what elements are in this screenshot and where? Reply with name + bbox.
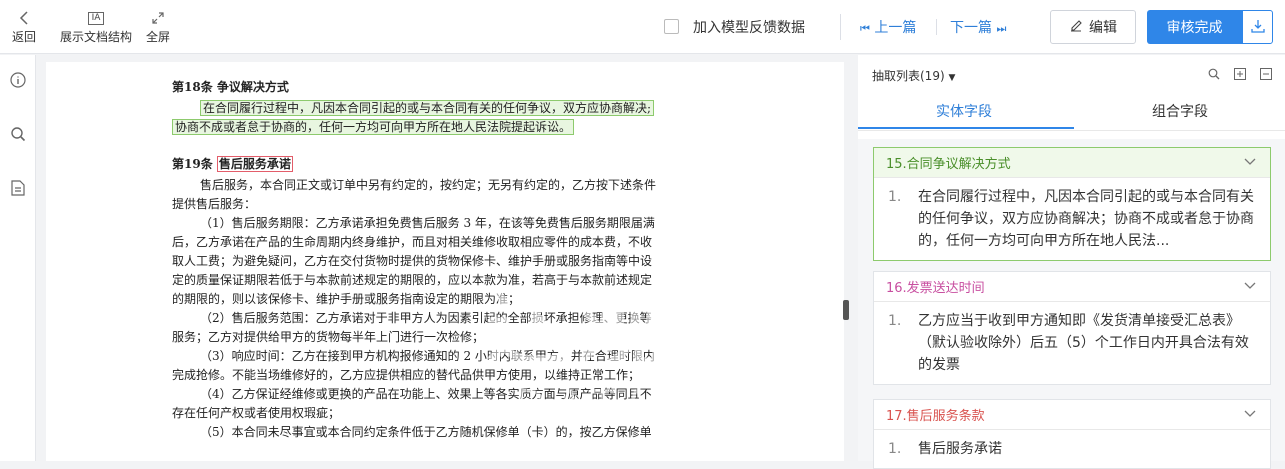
scrollbar-thumb[interactable] [843, 300, 849, 320]
extracted-highlight[interactable]: 协商不成或者怠于协商的，任何一方均可向甲方所在地人民法院提起诉讼。 [172, 119, 575, 135]
document-line: 取人工费；为避免疑问，乙方在交付货物时提供的货物保修卡、维护手册或服务指南等中设 [172, 254, 653, 268]
document-line: （1）售后服务期限：乙方承诺承担免费售后服务 3 年，在该等免费售后服务期限届满 [200, 216, 655, 230]
structure-label: 展示文档结构 [60, 30, 133, 44]
show-structure-button[interactable]: IA 展示文档结构 [60, 8, 132, 45]
edit-button[interactable]: 编辑 [1050, 10, 1136, 44]
back-button[interactable]: 返回 [12, 8, 36, 45]
extraction-list-dropdown[interactable]: 抽取列表(19) ▼ [872, 67, 955, 84]
document-line: （4）乙方保证经维修或更换的产品在功能上、效果上等各实质方面与原产品等同且不 [200, 387, 652, 401]
field-card[interactable]: 15.合同争议解决方式 1. 在合同履行过程中，凡因本合同引起的或与本合同有关的… [873, 147, 1271, 261]
skip-forward-icon: ⏭ [996, 22, 1007, 35]
field-card[interactable]: 16.发票送达时间 1. 乙方应当于收到甲方通知即《发货清单接受汇总表》（默认验… [873, 271, 1271, 385]
document-line: 存在任何产权或者使用权瑕疵； [172, 406, 341, 420]
fullscreen-button[interactable]: 全屏 [146, 8, 170, 45]
field-card[interactable]: 17.售后服务条款 1. 售后服务承诺 [873, 399, 1271, 469]
chevron-down-icon[interactable] [1244, 407, 1256, 422]
field-list: 15.合同争议解决方式 1. 在合同履行过程中，凡因本合同引起的或与本合同有关的… [858, 139, 1285, 469]
divider [936, 19, 937, 35]
chevron-down-icon[interactable] [1244, 279, 1256, 294]
document-line: 售后服务，本合同正文或订单中另有约定的，按约定；无另有约定的，乙方按下述条件 [200, 178, 657, 192]
expand-icon [151, 8, 165, 28]
info-icon[interactable] [9, 71, 27, 89]
active-tab-indicator [858, 127, 1074, 129]
chevron-down-icon[interactable] [1244, 155, 1256, 170]
expand-all-icon[interactable] [1233, 67, 1247, 81]
tab-combined-fields[interactable]: 组合字段 [1152, 101, 1208, 121]
prev-doc-link[interactable]: ⏮ 上一篇 [860, 17, 916, 37]
fullscreen-label: 全屏 [146, 30, 171, 44]
search-icon[interactable] [1207, 67, 1221, 81]
top-toolbar: 返回 IA 展示文档结构 全屏 加入模型反馈数据 ⏮ 上一篇 下一篇 ⏭ 编辑 … [0, 0, 1285, 54]
extraction-panel: 抽取列表(19) ▼ 实体字段 组合字段 15.合同争议解决方式 1. 在合同履… [858, 55, 1285, 469]
tab-entity-fields[interactable]: 实体字段 [936, 101, 992, 121]
document-line: 服务；乙方对提供给甲方的货物每半年上门进行一次检修； [172, 330, 485, 344]
back-label: 返回 [12, 30, 37, 44]
document-line: 定的质量保证期限若低于与本款前述规定的期限的，应以本款为准，若高于与本款前述规定 [172, 273, 653, 287]
field-value[interactable]: 售后服务承诺 [918, 438, 1254, 460]
feedback-label: 加入模型反馈数据 [693, 20, 805, 36]
next-doc-link[interactable]: 下一篇 ⏭ [950, 17, 1006, 37]
edit-label: 编辑 [1089, 20, 1117, 36]
search-icon[interactable] [9, 125, 27, 143]
prev-label: 上一篇 [874, 20, 917, 36]
download-button[interactable] [1242, 10, 1273, 44]
caret-down-icon: ▼ [948, 73, 956, 83]
article-19-body: 售后服务，本合同正文或订单中另有约定的，按约定；无另有约定的，乙方按下述条件提供… [172, 176, 732, 442]
document-line: 完成抢修。不能当场维修好的，乙方应提供相应的替代品供甲方使用，以维持正常工作； [172, 368, 641, 382]
document-line: 后，乙方承诺在产品的生命周期内终身维护，而且对相关维修收取相应零件的成本费，不收 [172, 235, 653, 249]
extracted-highlight-red[interactable]: 售后服务承诺 [216, 156, 293, 172]
document-viewer: 第18条 争议解决方式 在合同履行过程中，凡因本合同引起的或与本合同有关的任何争… [46, 62, 844, 461]
document-line: （2）售后服务范围：乙方承诺对于非甲方人为因素引起的全部损坏承担修理、更换等 [200, 311, 652, 325]
divider [840, 14, 841, 40]
document-line: 的期限的，则以该保修卡、维护手册或服务指南设定的期限为准； [172, 292, 521, 306]
skip-back-icon: ⏮ [860, 22, 870, 35]
left-rail [0, 55, 36, 461]
structure-icon: IA [87, 8, 105, 28]
article-19-title: 第19条 售后服务承诺 [172, 156, 293, 172]
document-line: （3）响应时间：乙方在接到甲方机构报修通知的 2 小时内联系甲方，并在合理时限内 [200, 349, 655, 363]
extracted-highlight[interactable]: 在合同履行过程中，凡因本合同引起的或与本合同有关的任何争议，双方应协商解决; [200, 100, 655, 116]
chevron-left-icon [19, 8, 29, 28]
next-label: 下一篇 [950, 20, 992, 36]
field-value[interactable]: 在合同履行过程中，凡因本合同引起的或与本合同有关的任何争议，双方应协商解决；协商… [918, 186, 1254, 252]
pencil-icon [1069, 18, 1083, 36]
article-18-title: 第18条 争议解决方式 [172, 80, 289, 94]
document-content: 第18条 争议解决方式 在合同履行过程中，凡因本合同引起的或与本合同有关的任何争… [172, 78, 732, 442]
field-tabs: 实体字段 组合字段 [858, 93, 1285, 131]
review-complete-button[interactable]: 审核完成 [1147, 10, 1242, 44]
done-label: 审核完成 [1166, 20, 1223, 36]
field-value[interactable]: 乙方应当于收到甲方通知即《发货清单接受汇总表》（默认验收除外）后五（5）个工作日… [918, 310, 1254, 376]
document-line: 提供售后服务： [172, 197, 257, 211]
download-icon [1250, 18, 1265, 37]
document-line: （5）本合同未尽事宜或本合同约定条件低于乙方随机保修单（卡）的，按乙方保修单 [200, 425, 652, 439]
collapse-all-icon[interactable] [1259, 67, 1273, 81]
document-icon[interactable] [9, 179, 27, 197]
feedback-checkbox[interactable] [664, 19, 679, 34]
